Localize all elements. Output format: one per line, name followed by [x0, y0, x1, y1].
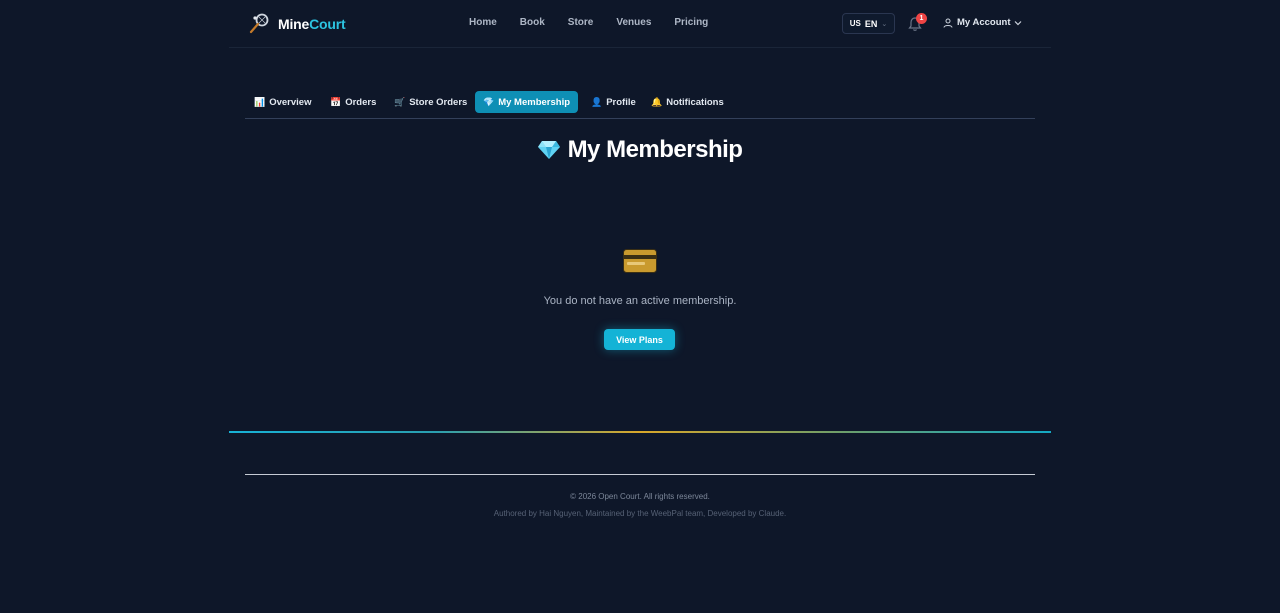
footer-credits: Authored by Hai Nguyen, Maintained by th…	[493, 509, 787, 518]
footer-copyright: © 2026 Open Court. All rights reserved.	[570, 492, 710, 501]
brand-logo[interactable]: MineCourt	[248, 13, 346, 35]
brand-name: MineCourt	[278, 16, 346, 32]
calendar-icon: 📅	[330, 96, 342, 107]
user-icon	[943, 18, 953, 28]
cart-icon: 🛒	[394, 96, 406, 107]
tab-overview[interactable]: 📊 Overview	[246, 91, 319, 113]
gem-icon: 💎	[483, 96, 495, 107]
nav-store[interactable]: Store	[568, 17, 594, 28]
main-nav: Home Book Store Venues Pricing	[469, 17, 731, 28]
top-header: MineCourt Home Book Store Venues Pricing…	[229, 0, 1051, 48]
tab-label: Store Orders	[409, 96, 468, 108]
nav-pricing[interactable]: Pricing	[674, 17, 708, 28]
tab-label: Orders	[345, 96, 377, 108]
language-country-code: US	[849, 19, 861, 28]
tab-label: Profile	[606, 96, 636, 108]
chevron-down-icon	[1015, 20, 1022, 25]
notification-badge: 1	[916, 13, 927, 24]
brand-name-part2: Court	[309, 16, 346, 32]
tab-label: My Membership	[498, 96, 571, 108]
account-label: My Account	[957, 17, 1011, 28]
bell-icon: 🔔	[651, 96, 663, 107]
account-tabs: 📊 Overview 📅 Orders 🛒 Store Orders 💎 My …	[245, 91, 1035, 119]
gradient-divider	[229, 431, 1051, 433]
view-plans-button[interactable]: View Plans	[604, 329, 675, 350]
tab-notifications[interactable]: 🔔 Notifications	[643, 91, 732, 113]
footer-divider	[245, 474, 1035, 475]
page-title-text: My Membership	[567, 136, 743, 163]
tab-profile[interactable]: 👤 Profile	[583, 91, 644, 113]
chevron-down-icon: ⌄	[881, 20, 888, 28]
tab-my-membership[interactable]: 💎 My Membership	[475, 91, 579, 113]
language-selector[interactable]: US EN ⌄	[842, 13, 895, 34]
tab-label: Overview	[269, 96, 312, 108]
chart-icon: 📊	[254, 96, 266, 107]
brand-name-part1: Mine	[278, 16, 310, 32]
credit-card-icon	[623, 249, 657, 273]
tab-label: Notifications	[666, 96, 724, 108]
my-account-menu[interactable]: My Account	[943, 17, 1022, 28]
tab-orders[interactable]: 📅 Orders	[322, 91, 384, 113]
language-label: EN	[864, 18, 878, 29]
tab-store-orders[interactable]: 🛒 Store Orders	[386, 91, 475, 113]
racket-logo-icon	[249, 13, 269, 34]
nav-book[interactable]: Book	[520, 17, 545, 28]
empty-membership-message: You do not have an active membership.	[543, 295, 737, 307]
page-title: My Membership	[0, 136, 1280, 164]
gem-icon	[537, 141, 560, 159]
nav-venues[interactable]: Venues	[616, 17, 651, 28]
user-icon: 👤	[591, 96, 603, 107]
nav-home[interactable]: Home	[469, 17, 497, 28]
